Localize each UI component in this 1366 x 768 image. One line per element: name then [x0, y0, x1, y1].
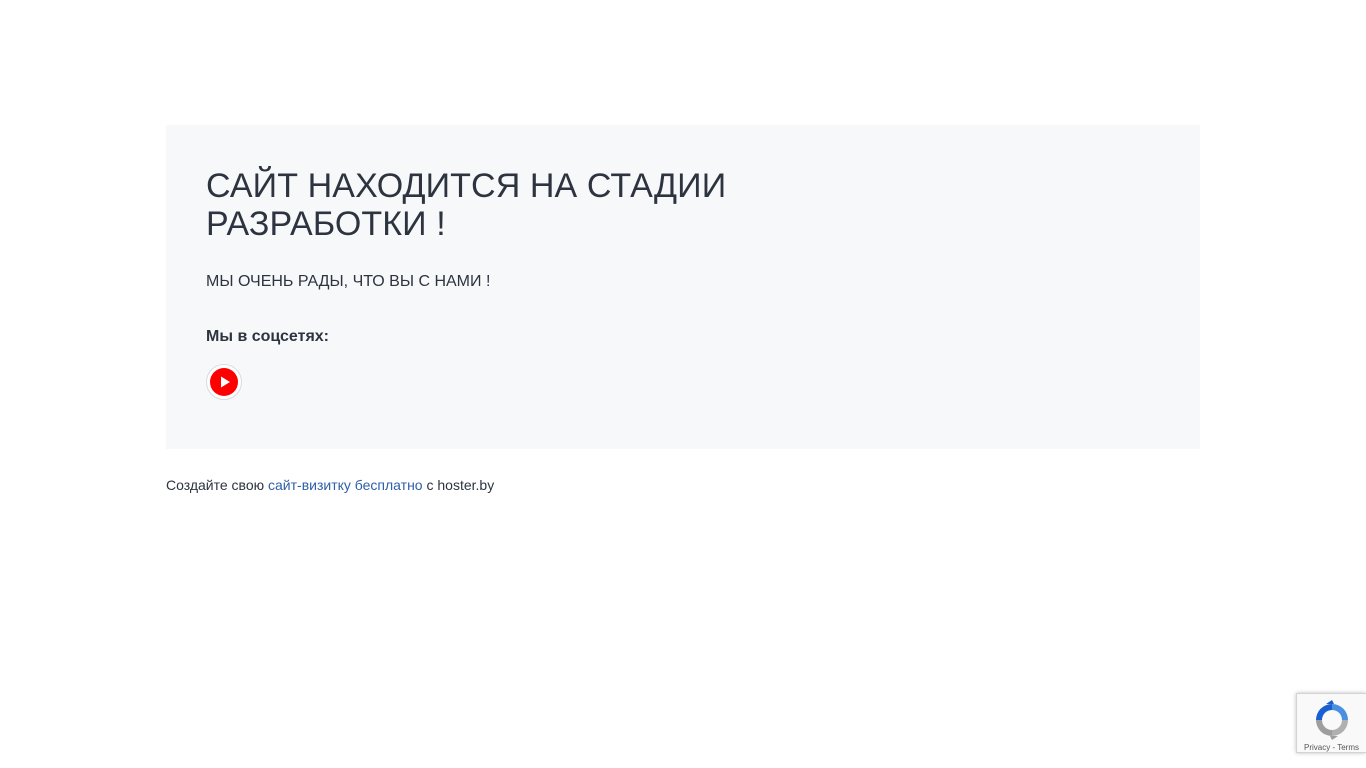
recaptcha-links: Privacy - Terms	[1304, 743, 1359, 752]
terms-link[interactable]: Terms	[1337, 743, 1359, 752]
recaptcha-icon	[1315, 700, 1348, 740]
construction-card: САЙТ НАХОДИТСЯ НА СТАДИИ РАЗРАБОТКИ ! МЫ…	[166, 125, 1200, 449]
footer-prefix: Создайте свою	[166, 477, 265, 493]
footer-note: Создайте свою сайт-визитку бесплатно с h…	[166, 477, 494, 493]
youtube-icon	[210, 368, 238, 396]
footer-suffix: с hoster.by	[426, 477, 495, 493]
free-business-card-link[interactable]: сайт-визитку бесплатно	[268, 477, 423, 493]
social-links	[206, 364, 242, 400]
recaptcha-badge[interactable]: Privacy - Terms	[1296, 693, 1366, 753]
welcome-message: МЫ ОЧЕНЬ РАДЫ, ЧТО ВЫ С НАМИ !	[206, 273, 491, 290]
social-heading: Мы в соцсетях:	[206, 328, 329, 345]
page: САЙТ НАХОДИТСЯ НА СТАДИИ РАЗРАБОТКИ ! МЫ…	[0, 0, 1366, 768]
page-title: САЙТ НАХОДИТСЯ НА СТАДИИ РАЗРАБОТКИ !	[206, 167, 727, 243]
youtube-link[interactable]	[206, 364, 242, 400]
privacy-link[interactable]: Privacy	[1304, 743, 1330, 752]
